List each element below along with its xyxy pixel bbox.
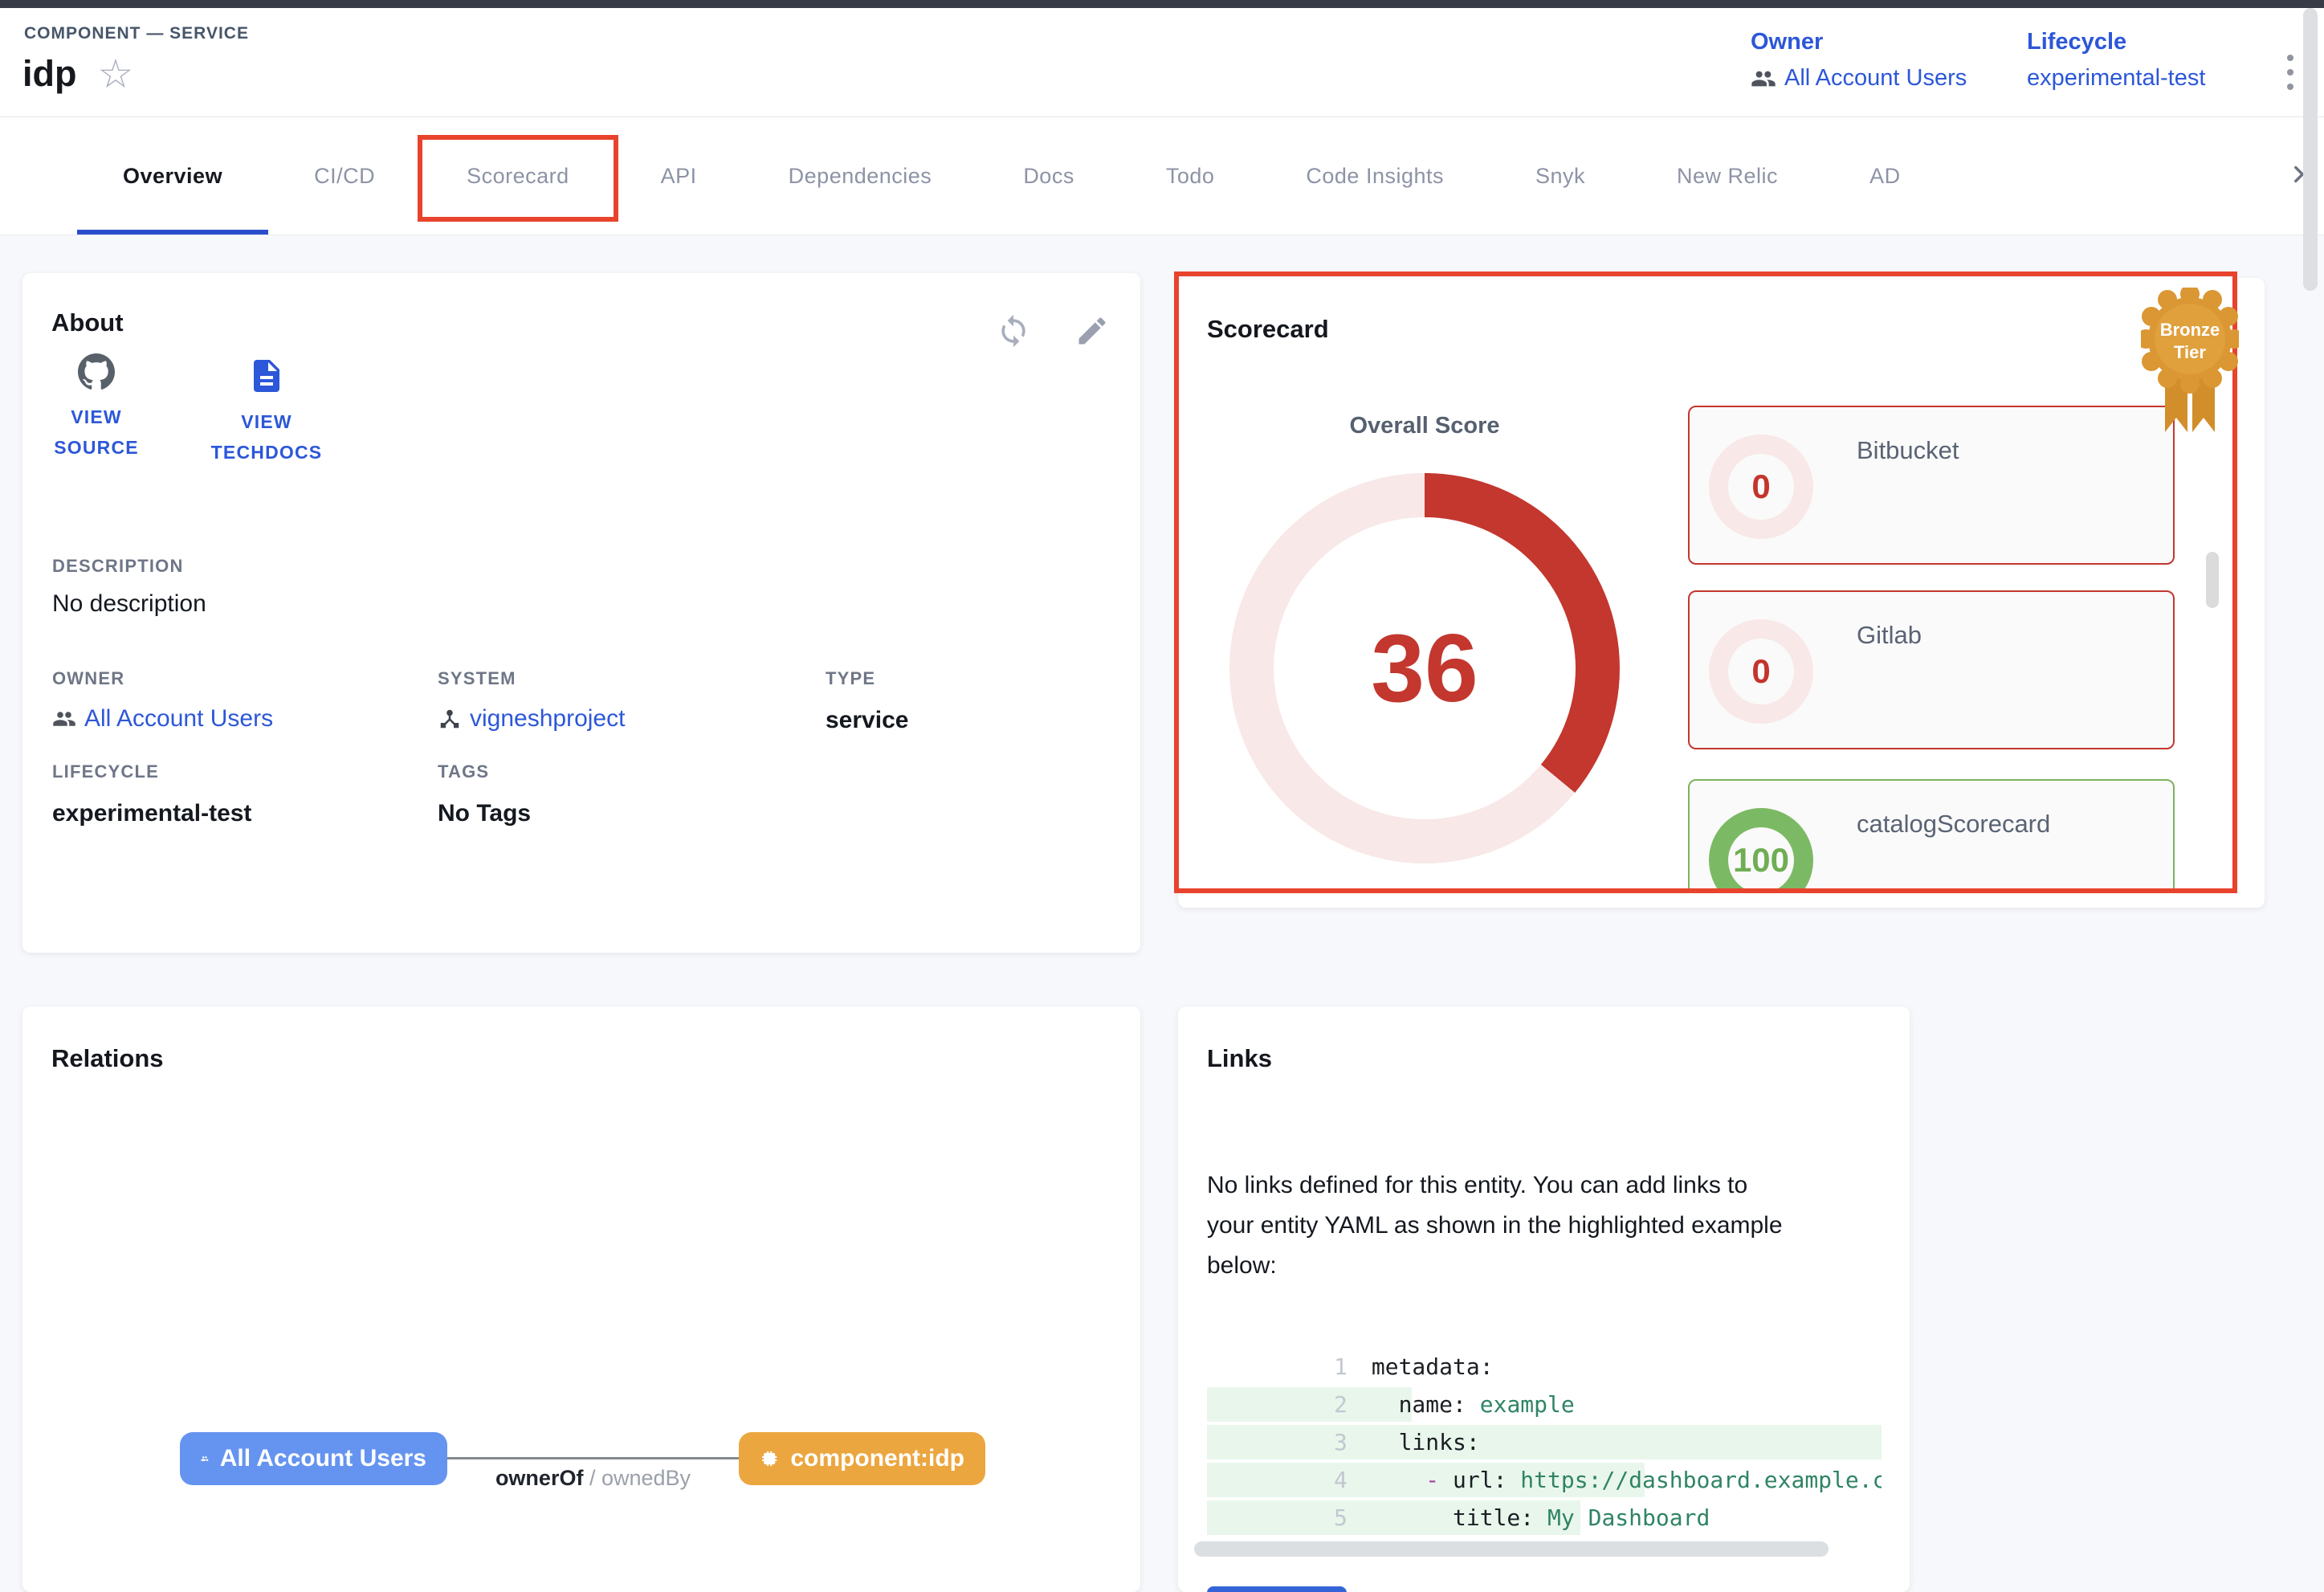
tags-field-value: No Tags	[438, 800, 531, 827]
entity-header: COMPONENT — SERVICE idp ☆ Owner All Acco…	[0, 8, 2324, 117]
relations-card: Relations All Account Users ownerOf / ow…	[22, 1006, 1140, 1592]
view-techdocs-label: VIEW TECHDOCS	[198, 406, 335, 467]
bitbucket-score-gauge: 0	[1709, 435, 1813, 539]
hub-icon	[438, 707, 462, 731]
lifecycle-label: Lifecycle	[2027, 29, 2205, 55]
gitlab-score-gauge: 0	[1709, 619, 1813, 724]
owner-field-value[interactable]: All Account Users	[52, 705, 273, 733]
view-source-label: VIEW SOURCE	[44, 402, 149, 463]
tab-adr-clipped[interactable]: AD	[1824, 117, 1947, 235]
tab-api[interactable]: API	[615, 117, 743, 235]
tab-overview[interactable]: Overview	[77, 117, 268, 235]
owner-label: Owner	[1751, 29, 1967, 55]
header-lifecycle-block: Lifecycle experimental-test	[2027, 29, 2205, 92]
entity-tabs: Overview CI/CD Scorecard API Dependencie…	[0, 117, 2324, 235]
lifecycle-field-label: LIFECYCLE	[52, 761, 159, 782]
tags-field-label: TAGS	[438, 761, 489, 782]
badge-text-line1: Bronze	[2160, 320, 2220, 340]
favorite-star-icon[interactable]: ☆	[97, 54, 133, 94]
description-label: DESCRIPTION	[52, 556, 184, 577]
scorecard-item-name: Gitlab	[1857, 621, 1922, 650]
badge-text-line2: Tier	[2174, 342, 2206, 362]
people-icon	[1751, 66, 1776, 92]
relation-source-label: All Account Users	[220, 1445, 426, 1472]
about-title: About	[51, 308, 124, 337]
scorecard-item-list: 0 Bitbucket 0 Gitlab 100 catalogScorecar…	[1688, 406, 2175, 888]
about-card: About VIEW SOURCE VIEW TECHDOCS DESCRIPT…	[22, 273, 1140, 953]
more-options-kebab-icon[interactable]	[2274, 55, 2306, 90]
entity-page: COMPONENT — SERVICE idp ☆ Owner All Acco…	[0, 0, 2324, 1592]
edit-pencil-icon[interactable]	[1074, 313, 1110, 349]
links-title: Links	[1207, 1044, 1272, 1073]
code-line-highlighted: 4 - url: https://dashboard.example.co	[1207, 1423, 1882, 1461]
scorecard-item-name: Bitbucket	[1857, 436, 1959, 465]
catalogscorecard-score-value: 100	[1733, 841, 1789, 880]
tab-new-relic[interactable]: New Relic	[1631, 117, 1824, 235]
system-field-value[interactable]: vigneshproject	[438, 705, 625, 733]
yaml-code-block: 1metadata: 2 name: example 3 links: 4 - …	[1207, 1310, 1882, 1537]
people-icon	[52, 707, 76, 731]
document-icon	[247, 357, 286, 395]
tab-cicd[interactable]: CI/CD	[268, 117, 421, 235]
view-source-link[interactable]: VIEW SOURCE	[40, 353, 153, 463]
scorecard-item-gitlab[interactable]: 0 Gitlab	[1688, 590, 2175, 749]
refresh-icon[interactable]	[996, 313, 1031, 349]
people-icon	[201, 1445, 209, 1472]
bronze-tier-badge: Bronze Tier	[2141, 288, 2239, 437]
tab-code-insights[interactable]: Code Insights	[1260, 117, 1490, 235]
catalogscorecard-score-gauge: 100	[1709, 808, 1813, 888]
github-icon	[78, 353, 115, 390]
relation-target-label: component:idp	[790, 1445, 964, 1472]
type-field-label: TYPE	[826, 668, 875, 689]
relation-edge-label: ownerOf / ownedBy	[447, 1466, 739, 1491]
scorecard-item-catalogscorecard[interactable]: 100 catalogScorecard	[1688, 779, 2175, 888]
scorecard-card: Scorecard Bronze Tier Overall Score 36	[1178, 278, 2265, 908]
relations-title: Relations	[51, 1044, 164, 1073]
relation-node-component[interactable]: component:idp	[739, 1432, 985, 1485]
overall-score-gauge: 36	[1229, 473, 1620, 863]
overall-score-value: 36	[1371, 613, 1478, 724]
relation-node-owner[interactable]: All Account Users	[180, 1432, 447, 1485]
code-horizontal-scrollbar[interactable]	[1194, 1541, 1829, 1557]
owner-value: All Account Users	[1784, 65, 1967, 92]
header-owner-block: Owner All Account Users	[1751, 29, 1967, 92]
page-scrollbar[interactable]	[2303, 8, 2318, 291]
system-field-label: SYSTEM	[438, 668, 516, 689]
top-app-bar	[0, 0, 2324, 8]
tab-snyk[interactable]: Snyk	[1490, 117, 1631, 235]
bitbucket-score-value: 0	[1751, 467, 1770, 506]
gitlab-score-value: 0	[1751, 652, 1770, 691]
add-link-button[interactable]	[1207, 1586, 1347, 1592]
description-value: No description	[52, 590, 206, 618]
tab-docs[interactable]: Docs	[977, 117, 1120, 235]
relation-edge-line	[447, 1457, 739, 1459]
owner-link[interactable]: All Account Users	[1751, 65, 1967, 92]
view-techdocs-link[interactable]: VIEW TECHDOCS	[202, 357, 331, 467]
scorecard-list-scrollbar[interactable]	[2206, 552, 2219, 608]
scorecard-title: Scorecard	[1207, 315, 1329, 344]
page-title-row: idp ☆	[22, 53, 133, 95]
overall-score-label: Overall Score	[1229, 413, 1620, 439]
scorecard-item-bitbucket[interactable]: 0 Bitbucket	[1688, 406, 2175, 565]
lifecycle-field-value: experimental-test	[52, 800, 251, 827]
tab-scorecard[interactable]: Scorecard	[421, 117, 615, 235]
breadcrumb: COMPONENT — SERVICE	[24, 24, 249, 43]
owner-field-label: OWNER	[52, 668, 124, 689]
code-line: 1metadata:	[1207, 1310, 1882, 1348]
tab-todo[interactable]: Todo	[1120, 117, 1261, 235]
lifecycle-value: experimental-test	[2027, 65, 2205, 92]
type-field-value: service	[826, 707, 908, 734]
tab-dependencies[interactable]: Dependencies	[743, 117, 978, 235]
links-card: Links No links defined for this entity. …	[1178, 1006, 1910, 1592]
chip-icon	[760, 1446, 779, 1472]
code-line: 2 name: example	[1207, 1348, 1882, 1386]
links-empty-message: No links defined for this entity. You ca…	[1207, 1165, 1873, 1286]
scorecard-item-name: catalogScorecard	[1857, 810, 2050, 839]
page-title: idp	[22, 53, 76, 95]
